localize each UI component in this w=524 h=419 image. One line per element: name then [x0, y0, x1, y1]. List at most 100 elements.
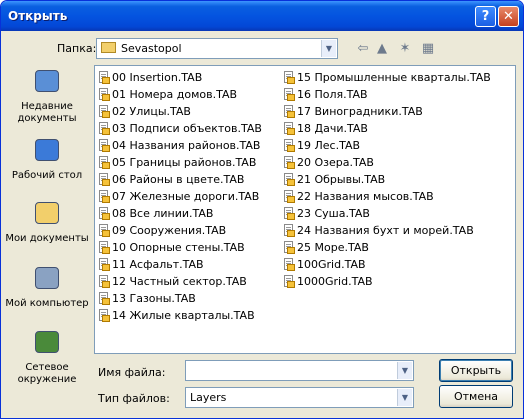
file-item[interactable]: 13 Газоны.TAB — [99, 290, 262, 307]
filename-input[interactable]: ▼ — [185, 360, 414, 381]
view-menu-icon[interactable]: ▦ — [419, 40, 437, 58]
file-name: 01 Номера домов.TAB — [112, 88, 238, 101]
file-item[interactable]: 11 Асфальт.TAB — [99, 256, 262, 273]
file-item[interactable]: 18 Дачи.TAB — [284, 120, 491, 137]
file-name: 23 Суша.TAB — [297, 207, 370, 220]
tab-file-icon — [99, 88, 110, 101]
place-item[interactable]: Рабочий стол — [5, 135, 89, 182]
tab-file-icon — [99, 173, 110, 186]
title-bar[interactable]: Открыть ? ✕ — [1, 1, 523, 31]
filetype-label: Тип файлов: — [98, 392, 170, 405]
file-name: 100Grid.TAB — [297, 258, 366, 271]
file-item[interactable]: 23 Суша.TAB — [284, 205, 491, 222]
chevron-down-icon[interactable]: ▼ — [397, 389, 412, 406]
open-button[interactable]: Открыть — [439, 359, 513, 382]
file-list[interactable]: 00 Insertion.TAB 01 Номера домов.TAB 02 Ул… — [94, 65, 516, 354]
place-item[interactable]: Сетевое окружение — [5, 327, 89, 386]
file-name: 14 Жилые кварталы.TAB — [112, 309, 255, 322]
tab-file-icon — [99, 258, 110, 271]
place-label: Мой компьютер — [5, 298, 89, 309]
cancel-button[interactable]: Отмена — [439, 385, 513, 408]
file-item[interactable]: 100Grid.TAB — [284, 256, 491, 273]
help-button[interactable]: ? — [475, 6, 496, 27]
file-name: 18 Дачи.TAB — [297, 122, 368, 135]
file-item[interactable]: 14 Жилые кварталы.TAB — [99, 307, 262, 324]
file-name: 06 Районы в цвете.TAB — [112, 173, 245, 186]
tab-file-icon — [99, 224, 110, 237]
file-item[interactable]: 04 Названия районов.TAB — [99, 137, 262, 154]
file-column: 00 Insertion.TAB 01 Номера домов.TAB 02 Ул… — [99, 69, 262, 324]
place-label: Рабочий стол — [11, 170, 83, 181]
file-item[interactable]: 21 Обрывы.TAB — [284, 171, 491, 188]
file-name: 16 Поля.TAB — [297, 88, 368, 101]
file-item[interactable]: 17 Виноградники.TAB — [284, 103, 491, 120]
tab-file-icon — [284, 71, 295, 84]
tab-file-icon — [99, 275, 110, 288]
tab-file-icon — [99, 241, 110, 254]
filename-label: Имя файла: — [98, 366, 166, 379]
new-folder-icon[interactable]: ✶ — [396, 40, 414, 58]
my-computer-icon — [31, 263, 63, 295]
place-item[interactable]: Мои документы — [5, 198, 89, 245]
file-name: 22 Названия мысов.TAB — [297, 190, 434, 203]
file-item[interactable]: 08 Все линии.TAB — [99, 205, 262, 222]
file-name: 21 Обрывы.TAB — [297, 173, 386, 186]
up-folder-icon[interactable]: ▲ — [373, 40, 391, 58]
place-item[interactable]: Мой компьютер — [5, 263, 89, 310]
file-name: 13 Газоны.TAB — [112, 292, 196, 305]
desktop-icon — [31, 135, 63, 167]
file-item[interactable]: 16 Поля.TAB — [284, 86, 491, 103]
tab-file-icon — [99, 207, 110, 220]
lookin-label: Папка: — [57, 42, 97, 55]
places-bar: Недавние документы Рабочий стол Мои докуме… — [5, 64, 89, 404]
filetype-select[interactable]: Layers ▼ — [185, 387, 414, 408]
file-item[interactable]: 01 Номера домов.TAB — [99, 86, 262, 103]
file-item[interactable]: 12 Частный сектор.TAB — [99, 273, 262, 290]
file-item[interactable]: 15 Промышленные кварталы.TAB — [284, 69, 491, 86]
file-item[interactable]: 24 Названия бухт и морей.TAB — [284, 222, 491, 239]
file-name: 03 Подписи объектов.TAB — [112, 122, 262, 135]
window-title: Открыть — [8, 9, 68, 23]
file-item[interactable]: 1000Grid.TAB — [284, 273, 491, 290]
tab-file-icon — [99, 309, 110, 322]
file-name: 15 Промышленные кварталы.TAB — [297, 71, 491, 84]
lookin-combo[interactable]: Sevastopol ▼ — [96, 38, 338, 59]
tab-file-icon — [284, 190, 295, 203]
tab-file-icon — [284, 275, 295, 288]
file-name: 04 Названия районов.TAB — [112, 139, 261, 152]
close-button[interactable]: ✕ — [498, 6, 519, 27]
file-item[interactable]: 25 Море.TAB — [284, 239, 491, 256]
tab-file-icon — [284, 173, 295, 186]
chevron-down-icon[interactable]: ▼ — [397, 362, 412, 379]
file-item[interactable]: 00 Insertion.TAB — [99, 69, 262, 86]
tab-file-icon — [284, 122, 295, 135]
tab-file-icon — [99, 122, 110, 135]
file-item[interactable]: 05 Границы районов.TAB — [99, 154, 262, 171]
file-name: 17 Виноградники.TAB — [297, 105, 423, 118]
place-item[interactable]: Недавние документы — [5, 66, 89, 125]
file-item[interactable]: 10 Опорные стены.TAB — [99, 239, 262, 256]
folder-icon — [101, 42, 116, 53]
tab-file-icon — [99, 190, 110, 203]
file-item[interactable]: 09 Сооружения.TAB — [99, 222, 262, 239]
file-name: 25 Море.TAB — [297, 241, 369, 254]
back-icon[interactable]: ⇦ — [354, 40, 372, 58]
file-name: 12 Частный сектор.TAB — [112, 275, 247, 288]
my-documents-icon — [31, 198, 63, 230]
tab-file-icon — [284, 156, 295, 169]
file-item[interactable]: 03 Подписи объектов.TAB — [99, 120, 262, 137]
file-item[interactable]: 02 Улицы.TAB — [99, 103, 262, 120]
tab-file-icon — [284, 139, 295, 152]
file-item[interactable]: 06 Районы в цвете.TAB — [99, 171, 262, 188]
file-item[interactable]: 22 Названия мысов.TAB — [284, 188, 491, 205]
file-item[interactable]: 20 Озера.TAB — [284, 154, 491, 171]
tab-file-icon — [284, 258, 295, 271]
tab-file-icon — [284, 105, 295, 118]
tab-file-icon — [99, 139, 110, 152]
file-item[interactable]: 07 Железные дороги.TAB — [99, 188, 262, 205]
file-item[interactable]: 19 Лес.TAB — [284, 137, 491, 154]
tab-file-icon — [99, 105, 110, 118]
chevron-down-icon[interactable]: ▼ — [321, 40, 336, 57]
network-icon — [31, 327, 63, 359]
file-name: 11 Асфальт.TAB — [112, 258, 204, 271]
